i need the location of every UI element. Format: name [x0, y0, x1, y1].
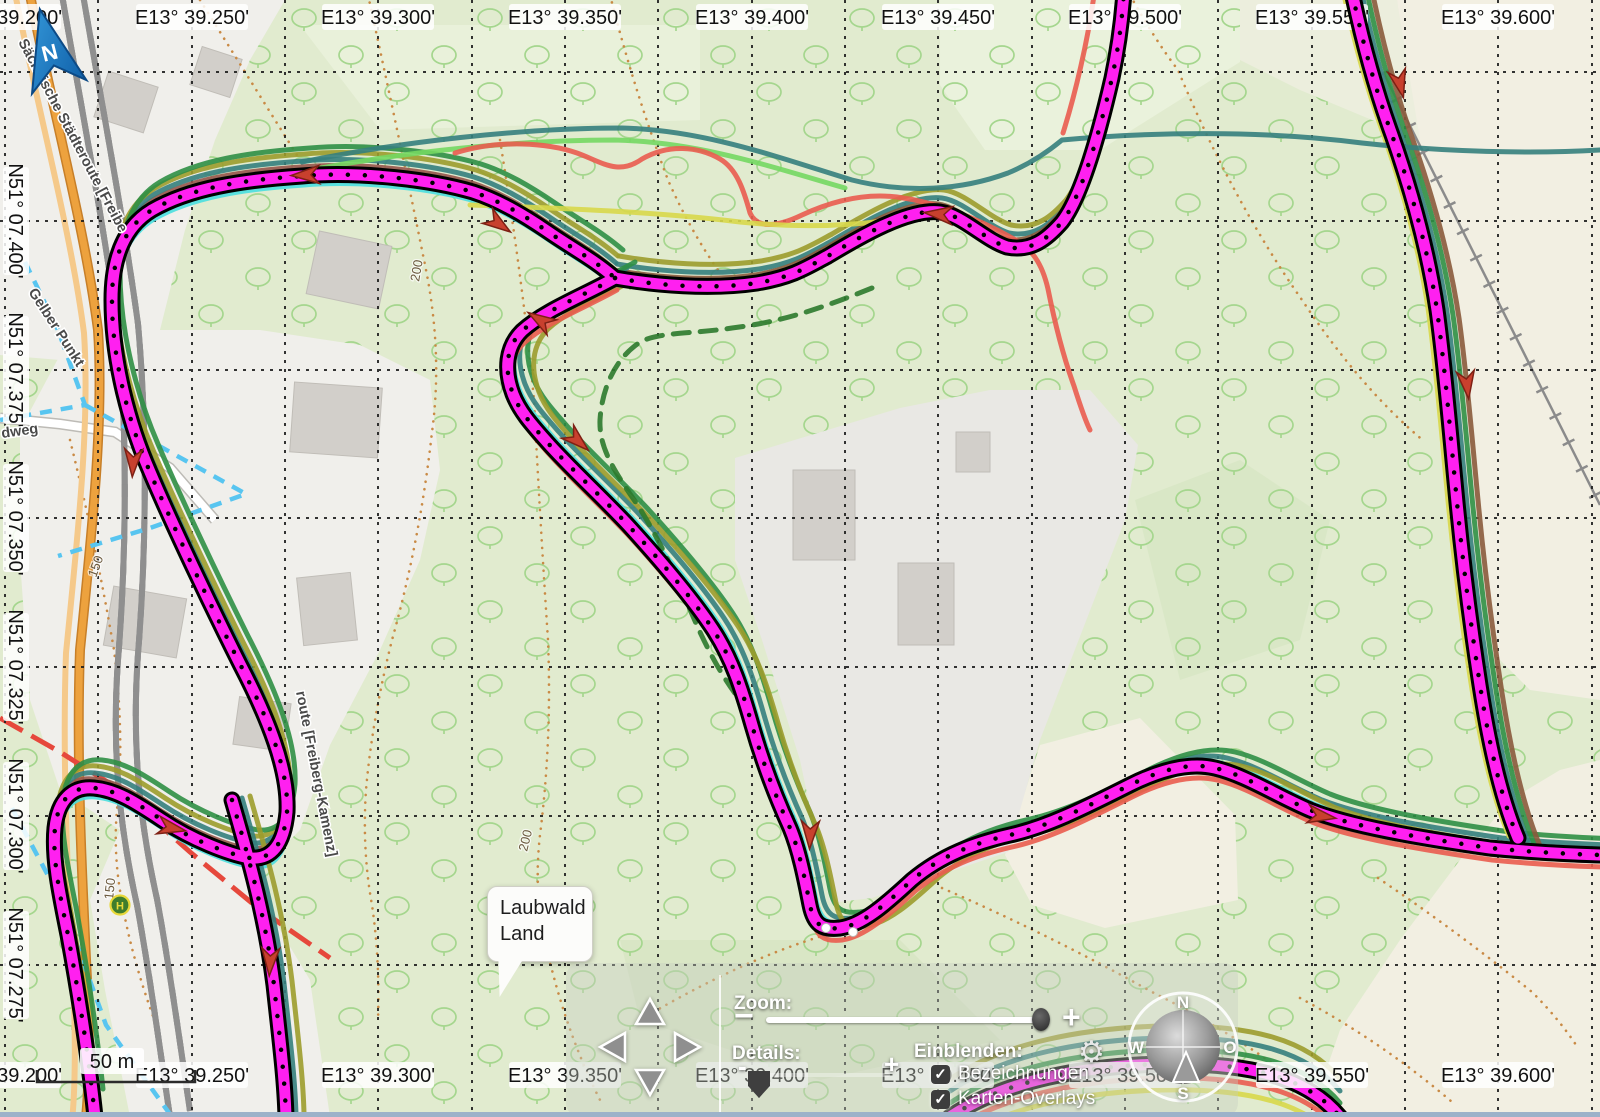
details-decrease-button[interactable]: -: [738, 1051, 747, 1082]
checkbox-karten-overlays[interactable]: ✓ Karten-Overlays: [931, 1088, 1095, 1110]
pan-down-button[interactable]: [636, 1070, 664, 1095]
tooltip-line2: Land: [500, 921, 592, 947]
lon-label: E13° 39.400': [695, 7, 809, 29]
scale-bar-label: 50 m: [90, 1051, 134, 1073]
lon-label: E13° 39.450': [881, 7, 995, 29]
pan-control: [566, 963, 736, 1117]
lat-label: N51° 07.300': [4, 758, 26, 873]
map-controls-panel: Zoom: − + Details: - + Einblenden: ⚙ ✓ B…: [566, 963, 1238, 1117]
map-canvas[interactable]: E13° 39.200' E13° 39.250' E13° 39.300' E…: [0, 0, 1600, 1117]
lat-label: N51° 07.275': [4, 907, 26, 1022]
checkbox-label: Karten-Overlays: [958, 1088, 1095, 1110]
pan-left-button[interactable]: [600, 1033, 625, 1061]
lon-label: E13° 39.550': [1255, 1065, 1369, 1087]
checkbox-bezeichnungen[interactable]: ✓ Bezeichnungen: [931, 1063, 1089, 1085]
map-tooltip: Laubwald Land: [487, 886, 593, 962]
bus-stop-icon: H: [111, 896, 130, 915]
checkbox-checked-icon[interactable]: ✓: [931, 1090, 950, 1109]
lon-label: E13° 39.200': [0, 1065, 62, 1087]
panel-divider: [719, 975, 721, 1113]
compass-north-label: N: [1177, 993, 1189, 1012]
checkbox-checked-icon[interactable]: ✓: [931, 1065, 950, 1084]
waypoint-dot: [849, 928, 858, 937]
zoom-slider-knob[interactable]: [1032, 1008, 1050, 1031]
compass-west-label: W: [1128, 1038, 1145, 1057]
pan-up-button[interactable]: [636, 999, 664, 1024]
zoom-slider-track[interactable]: [766, 1017, 1040, 1023]
lat-label: N51° 07.375': [4, 312, 26, 427]
zoom-out-button[interactable]: −: [734, 999, 754, 1033]
details-slider-thumb[interactable]: [748, 1071, 770, 1098]
tooltip-line1: Laubwald: [500, 895, 592, 921]
overlays-label: Einblenden:: [914, 1041, 1023, 1063]
lat-label: N51° 07.350': [4, 460, 26, 575]
waypoint-dot: [822, 924, 831, 933]
grid-labels-top: E13° 39.200' E13° 39.250' E13° 39.300' E…: [0, 4, 1555, 30]
window-edge-strip: [0, 1112, 1600, 1117]
compass-rose[interactable]: N W O S: [1123, 987, 1243, 1107]
zoom-in-button[interactable]: +: [1062, 999, 1081, 1036]
lat-label: N51° 07.325': [4, 609, 26, 724]
lon-label: E13° 39.300': [321, 1065, 435, 1087]
compass-south-label: S: [1177, 1084, 1188, 1103]
details-slider-track[interactable]: [762, 1073, 890, 1077]
svg-text:H: H: [116, 901, 124, 913]
lat-label: N51° 07.400': [4, 163, 26, 278]
map-application: E13° 39.200' E13° 39.250' E13° 39.300' E…: [0, 0, 1600, 1117]
lon-label: E13° 39.600': [1441, 1065, 1555, 1087]
lon-label: E13° 39.300': [321, 7, 435, 29]
lon-label: E13° 39.200': [0, 7, 62, 29]
checkbox-label: Bezeichnungen: [958, 1063, 1089, 1085]
compass-east-label: O: [1223, 1038, 1236, 1057]
pan-right-button[interactable]: [675, 1033, 700, 1061]
details-increase-button[interactable]: +: [884, 1049, 899, 1080]
lon-label: E13° 39.250': [135, 1065, 249, 1087]
lon-label: E13° 39.250': [135, 7, 249, 29]
lon-label: E13° 39.600': [1441, 7, 1555, 29]
lon-label: E13° 39.350': [508, 7, 622, 29]
